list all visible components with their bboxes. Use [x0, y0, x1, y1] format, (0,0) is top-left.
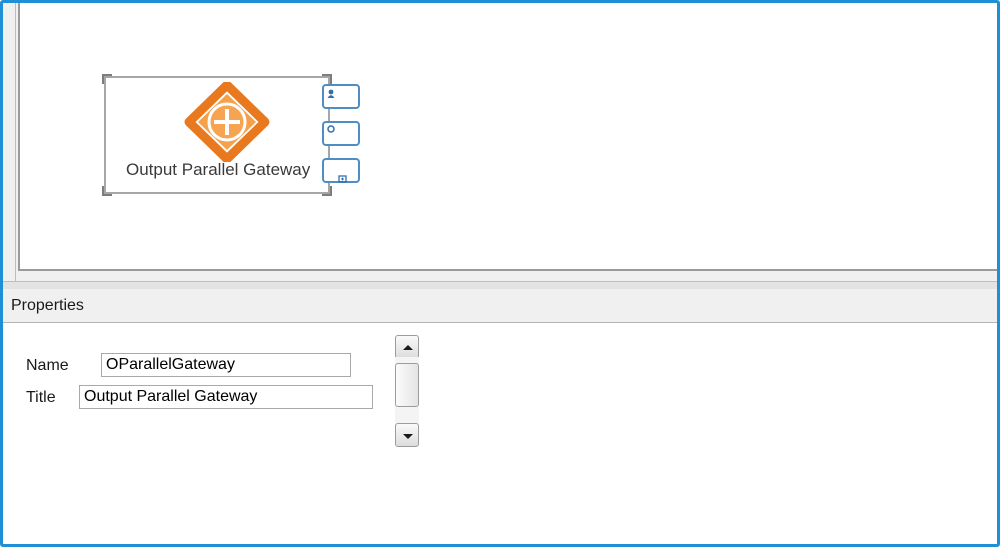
- add-user-task-button[interactable]: [322, 84, 360, 109]
- scroll-thumb[interactable]: [395, 363, 419, 407]
- gateway-label: Output Parallel Gateway: [126, 160, 311, 179]
- name-label: Name: [26, 357, 69, 374]
- scroll-down-button[interactable]: [395, 423, 419, 447]
- properties-title: Properties: [11, 297, 84, 314]
- user-task-icon: [327, 89, 335, 98]
- diagram-canvas[interactable]: Output Parallel Gateway: [18, 3, 997, 271]
- properties-panel: Name Title: [3, 323, 997, 544]
- title-label: Title: [26, 389, 56, 406]
- resize-handle-bottom-left[interactable]: [102, 186, 112, 196]
- name-field[interactable]: [101, 353, 351, 377]
- intermediate-event-icon: [327, 125, 335, 133]
- canvas-left-gutter: [3, 3, 16, 281]
- arrow-down-icon: [403, 434, 413, 439]
- resize-handle-bottom-right[interactable]: [322, 186, 332, 196]
- panel-splitter[interactable]: [3, 281, 997, 289]
- diagram-area: Output Parallel Gateway: [3, 3, 997, 281]
- gateway-node[interactable]: Output Parallel Gateway: [102, 74, 332, 196]
- properties-header: Properties: [3, 289, 997, 323]
- resize-handle-top-right[interactable]: [322, 74, 332, 84]
- add-sub-process-button[interactable]: [322, 158, 360, 183]
- scroll-up-button[interactable]: [395, 335, 419, 359]
- sub-process-icon: [338, 175, 347, 183]
- add-intermediate-event-button[interactable]: [322, 121, 360, 146]
- title-field[interactable]: [79, 385, 373, 409]
- parallel-gateway-icon[interactable]: [184, 82, 270, 162]
- scroll-track[interactable]: [395, 357, 419, 429]
- resize-handle-top-left[interactable]: [102, 74, 112, 84]
